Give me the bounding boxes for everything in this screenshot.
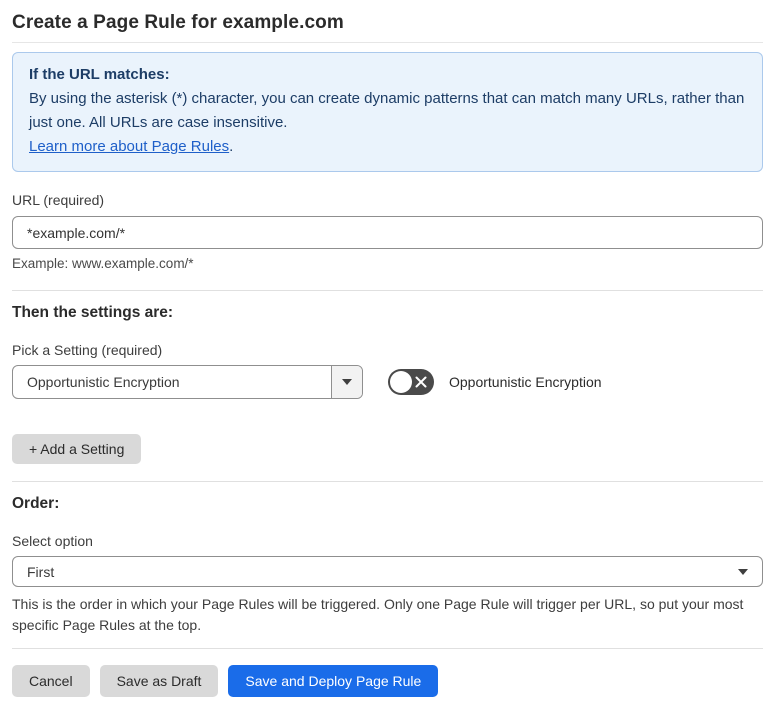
pick-setting-label: Pick a Setting (required) — [12, 342, 163, 358]
page-title: Create a Page Rule for example.com — [12, 0, 763, 43]
setting-dropdown-arrow-button[interactable] — [331, 366, 362, 398]
url-input[interactable] — [12, 216, 763, 249]
url-match-info-box: If the URL matches: By using the asteris… — [12, 52, 763, 172]
order-select-label: Select option — [12, 533, 93, 549]
learn-more-link[interactable]: Learn more about Page Rules — [29, 138, 229, 155]
url-example-helper: Example: www.example.com/* — [12, 256, 194, 271]
order-dropdown-value: First — [27, 563, 55, 580]
footer-actions: Cancel Save as Draft Save and Deploy Pag… — [12, 665, 763, 697]
opportunistic-encryption-toggle[interactable] — [388, 369, 434, 395]
toggle-setting-label: Opportunistic Encryption — [449, 374, 602, 390]
setting-dropdown-value: Opportunistic Encryption — [27, 374, 180, 390]
save-and-deploy-button[interactable]: Save and Deploy Page Rule — [228, 665, 439, 697]
order-help-text: This is the order in which your Page Rul… — [12, 596, 744, 633]
setting-dropdown[interactable]: Opportunistic Encryption — [12, 365, 363, 399]
toggle-knob — [390, 371, 412, 393]
setting-row: Opportunistic Encryption Opportunistic E… — [12, 365, 763, 399]
divider — [12, 290, 763, 291]
link-suffix: . — [229, 138, 234, 155]
url-field-label: URL (required) — [12, 192, 105, 208]
info-box-link-line: Learn more about Page Rules. — [29, 135, 746, 159]
info-box-body: By using the asterisk (*) character, you… — [29, 90, 745, 131]
page-rule-form: Create a Page Rule for example.com If th… — [0, 0, 775, 697]
order-dropdown[interactable]: First — [12, 556, 763, 587]
order-section-heading: Order: — [12, 495, 60, 512]
divider — [12, 648, 763, 649]
cancel-button[interactable]: Cancel — [12, 665, 90, 697]
save-as-draft-button[interactable]: Save as Draft — [99, 665, 219, 697]
divider — [12, 481, 763, 482]
settings-section-heading: Then the settings are: — [12, 304, 174, 321]
toggle-off-x-icon — [415, 376, 427, 388]
chevron-down-icon — [342, 379, 352, 385]
add-setting-button[interactable]: + Add a Setting — [12, 434, 142, 464]
chevron-down-icon — [738, 568, 748, 575]
info-box-heading: If the URL matches: — [29, 66, 170, 83]
